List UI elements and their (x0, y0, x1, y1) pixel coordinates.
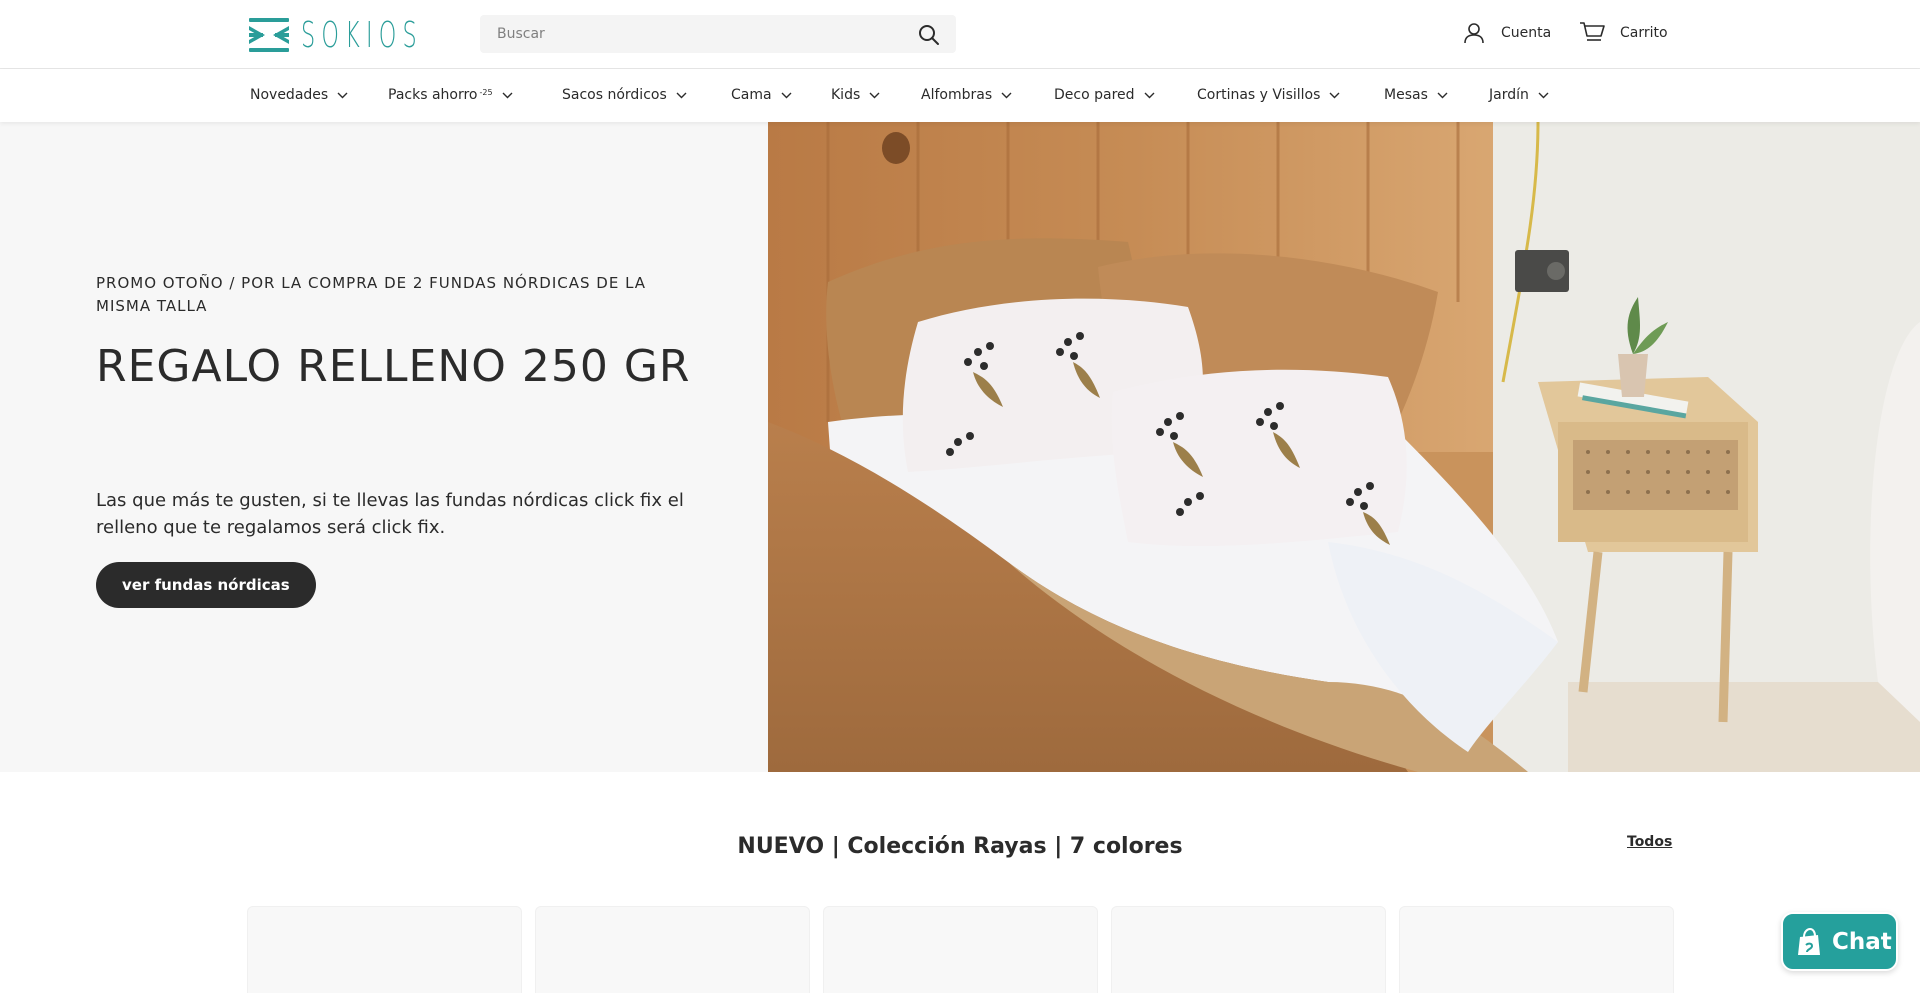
account-link[interactable]: Cuenta (1463, 22, 1551, 44)
shopping-bag-icon (1798, 927, 1820, 955)
nav-item-label: Mesas (1384, 87, 1428, 103)
hero-text-panel (0, 122, 768, 772)
nav-item-alfombras[interactable]: Alfombras (921, 87, 1012, 103)
chevron-down-icon (1437, 92, 1448, 98)
nav-item-label: Jardín (1489, 87, 1529, 103)
nav-item-cortinas-visillos[interactable]: Cortinas y Visillos (1197, 87, 1340, 103)
chevron-down-icon (502, 92, 513, 98)
logo-text: SOKIOS (301, 14, 423, 56)
chevron-down-icon (1144, 92, 1155, 98)
nav-item-mesas[interactable]: Mesas (1384, 87, 1448, 103)
product-card[interactable] (823, 906, 1098, 993)
chevron-down-icon (1329, 92, 1340, 98)
nav-item-label: Novedades (250, 87, 329, 103)
product-card[interactable] (1399, 906, 1674, 993)
hero-title: REGALO RELLENO 250 GR (96, 341, 691, 392)
nav-item-label: Alfombras (921, 87, 993, 103)
search-icon[interactable] (918, 24, 940, 46)
search-bar (480, 15, 956, 53)
logo-mark-icon (249, 18, 289, 52)
logo[interactable]: SOKIOS (249, 14, 498, 56)
nav-item-label: Cortinas y Visillos (1197, 87, 1321, 103)
nav-item-label: Kids (831, 87, 861, 103)
site-header: SOKIOS Cuenta Carrito (0, 0, 1920, 69)
hero-cta-button[interactable]: ver fundas nórdicas (96, 562, 316, 608)
view-all-link[interactable]: Todos (1627, 834, 1672, 850)
account-label: Cuenta (1501, 25, 1552, 41)
chevron-down-icon (781, 92, 792, 98)
hero-kicker: PROMO OTOÑO / POR LA COMPRA DE 2 FUNDAS … (96, 274, 647, 315)
hero-image[interactable] (768, 122, 1920, 772)
nav-item-cama[interactable]: Cama (731, 87, 792, 103)
bedroom-photo (768, 122, 1920, 772)
product-card[interactable] (247, 906, 522, 993)
nav-item-label: Cama (731, 87, 772, 103)
product-card[interactable] (535, 906, 810, 993)
product-card[interactable] (1111, 906, 1386, 993)
cart-link[interactable]: Carrito (1579, 21, 1668, 45)
nav-item-label: Packs ahorro (388, 87, 478, 103)
nav-item-label: Sacos nórdicos (562, 87, 667, 103)
nav-item-sacos-nordicos[interactable]: Sacos nórdicos (562, 87, 687, 103)
hero-description: Las que más te gusten, si te llevas las … (96, 490, 684, 538)
chevron-down-icon (1001, 92, 1012, 98)
chat-label: Chat (1832, 928, 1892, 955)
chevron-down-icon (337, 92, 348, 98)
nav-item-sup: -25 (479, 87, 493, 97)
cart-label: Carrito (1620, 25, 1668, 41)
nav-item-jardin[interactable]: Jardín (1489, 87, 1549, 103)
nav-item-deco-pared[interactable]: Deco pared (1054, 87, 1155, 103)
chevron-down-icon (869, 92, 880, 98)
nav-item-label: Deco pared (1054, 87, 1135, 103)
nav-item-kids[interactable]: Kids (831, 87, 880, 103)
nav-item-packs-ahorro[interactable]: Packs ahorro -25 (388, 87, 513, 103)
search-input[interactable] (480, 15, 900, 53)
chevron-down-icon (1538, 92, 1549, 98)
main-nav: Novedades Packs ahorro -25 Sacos nórdico… (0, 69, 1920, 122)
user-icon (1464, 23, 1484, 44)
nav-item-novedades[interactable]: Novedades (250, 87, 348, 103)
chevron-down-icon (676, 92, 687, 98)
chat-button[interactable]: Chat (1781, 912, 1898, 971)
cart-icon (1580, 22, 1605, 41)
